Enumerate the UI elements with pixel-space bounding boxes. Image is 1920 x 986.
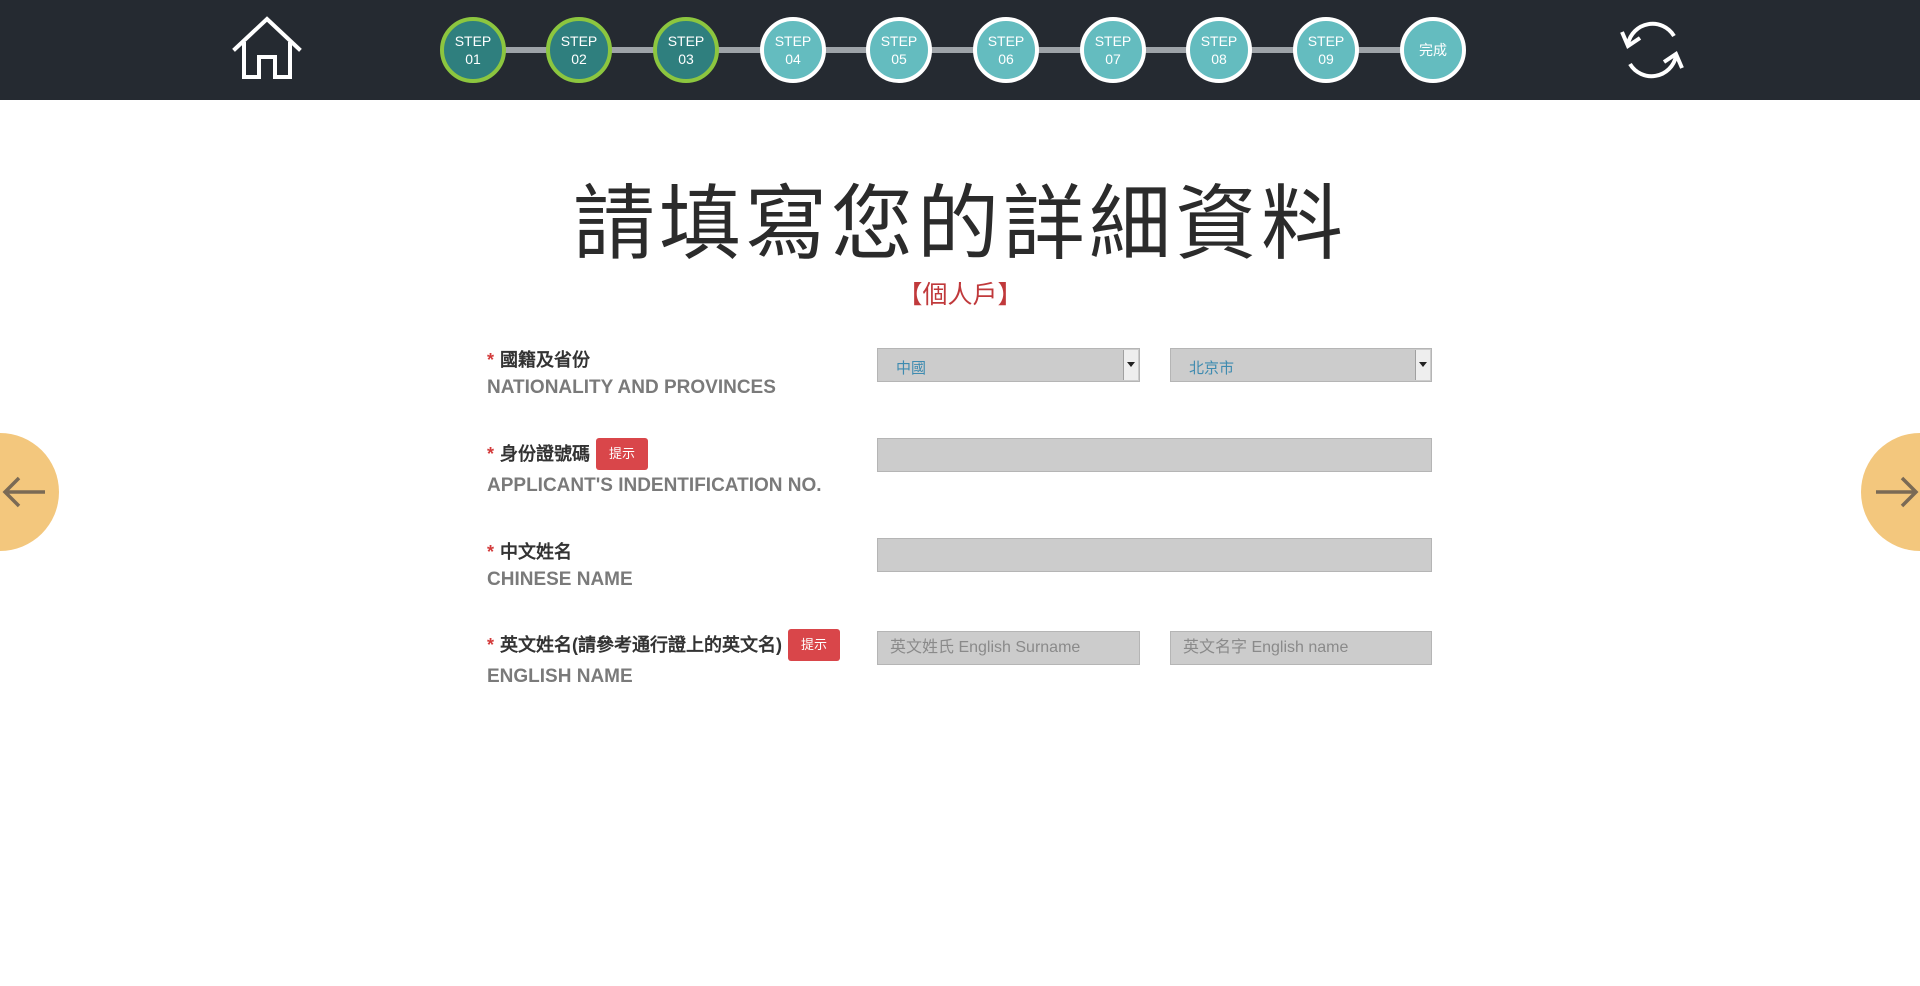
step-label: STEP [667,33,705,49]
page-title: 請填寫您的詳細資料 [572,177,1347,272]
step-number: 01 [465,51,481,67]
home-icon [232,16,302,79]
country-select-value: 中國 [896,360,927,377]
step-01[interactable]: STEP 01 [440,17,506,83]
step-number: 03 [678,51,694,67]
step-number: 04 [785,51,801,67]
id-number-field[interactable] [877,438,1432,472]
required-mark: * [487,444,495,464]
dropdown-arrow[interactable] [1123,350,1138,380]
chevron-down-icon [1127,362,1135,367]
page-subtitle: 【個人戶】 [897,281,1023,309]
refresh-icon [1620,21,1684,79]
english-name-label: 英文姓名(請參考通行證上的英文名) [500,635,783,655]
step-number: 09 [1318,51,1334,67]
refresh-button[interactable] [1618,18,1686,82]
step-02[interactable]: STEP 02 [546,17,612,83]
chevron-down-icon [1419,362,1427,367]
english-surname-field[interactable] [877,631,1140,665]
home-button[interactable] [229,15,305,81]
province-select[interactable]: 北京市 [1170,348,1432,382]
step-label: STEP [1094,33,1132,49]
step-label: STEP [1200,33,1238,49]
step-finish-label: 完成 [1419,42,1447,58]
id-number-input[interactable] [878,439,1431,471]
step-label: STEP [880,33,918,49]
step-05[interactable]: STEP 05 [866,17,932,83]
step-progress: STEP 01 STEP 02 STEP 03 STEP 04 STEP 05 … [440,17,1466,83]
required-mark: * [487,635,495,655]
step-label: STEP [774,33,812,49]
step-number: 06 [998,51,1014,67]
arrow-right-icon [1876,476,1919,508]
english-surname-input[interactable] [878,632,1139,664]
step-finish[interactable]: 完成 [1400,17,1466,83]
step-06[interactable]: STEP 06 [973,17,1039,83]
step-connector-line [472,47,1434,53]
chinese-name-input[interactable] [878,539,1431,571]
id-number-hint-button[interactable]: 提示 [596,438,649,470]
required-mark: * [487,350,495,370]
step-number: 05 [891,51,907,67]
english-name-label-en: ENGLISH NAME [487,666,633,687]
chinese-name-field[interactable] [877,538,1432,572]
step-number: 08 [1211,51,1227,67]
id-number-label-en: APPLICANT'S INDENTIFICATION NO. [487,475,822,496]
step-label: STEP [454,33,492,49]
step-number: 02 [571,51,587,67]
province-select-value: 北京市 [1189,360,1235,377]
step-04[interactable]: STEP 04 [760,17,826,83]
english-name-hint-button[interactable]: 提示 [788,629,841,661]
dropdown-arrow[interactable] [1415,350,1430,380]
step-label: STEP [1307,33,1345,49]
step-03[interactable]: STEP 03 [653,17,719,83]
required-mark: * [487,542,495,562]
step-08[interactable]: STEP 08 [1186,17,1252,83]
country-select[interactable]: 中國 [877,348,1140,382]
nationality-label: 國籍及省份 [500,350,591,370]
step-label: STEP [987,33,1025,49]
chinese-name-label: 中文姓名 [500,542,573,562]
step-09[interactable]: STEP 09 [1293,17,1359,83]
step-label: STEP [560,33,598,49]
id-number-label: 身份證號碼 [500,444,591,464]
english-given-name-input[interactable] [1171,632,1431,664]
step-number: 07 [1105,51,1121,67]
next-button[interactable] [1861,433,1920,551]
arrow-left-icon [2,476,45,508]
english-given-name-field[interactable] [1170,631,1432,665]
top-navigation-bar: STEP 01 STEP 02 STEP 03 STEP 04 STEP 05 … [0,0,1920,100]
step-07[interactable]: STEP 07 [1080,17,1146,83]
previous-button[interactable] [0,433,59,551]
